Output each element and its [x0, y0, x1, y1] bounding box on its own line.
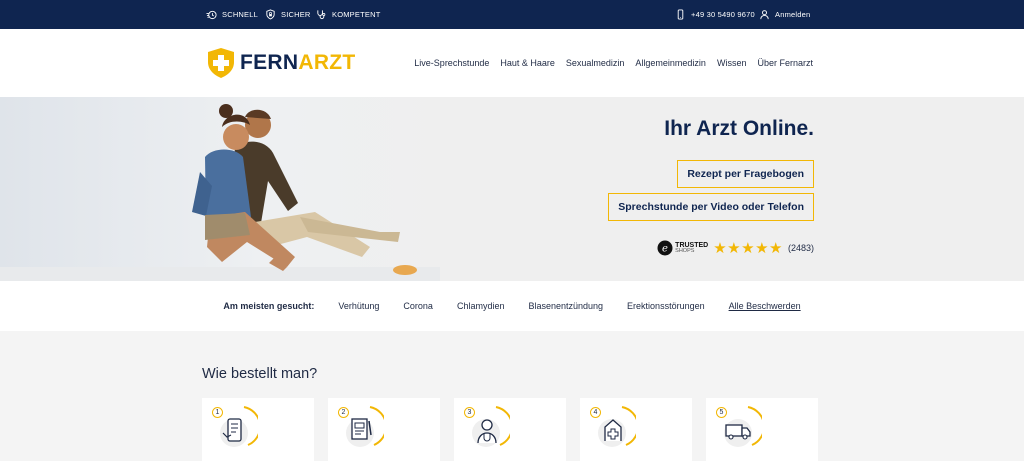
most-searched-label: Am meisten gesucht:: [223, 301, 315, 311]
nav-allgemeinmedizin[interactable]: Allgemeinmedizin: [635, 58, 706, 68]
shield-cross-icon: [208, 48, 234, 78]
feature-competent: KOMPETENT: [316, 0, 380, 29]
logo-text-arzt: ARZT: [298, 51, 356, 74]
rating-count: (2483): [787, 243, 814, 253]
smartphone-icon: [677, 9, 684, 20]
hero-couple-photo: [0, 97, 440, 281]
feature-fast-label: SCHNELL: [222, 10, 258, 19]
order-step-2: 2: [328, 398, 440, 461]
nav-live-sprechstunde[interactable]: Live-Sprechstunde: [414, 58, 489, 68]
logo-wordmark: FERNARZT: [240, 51, 356, 75]
search-item-erektionsstoerungen[interactable]: Erektionsstörungen: [627, 301, 705, 311]
prescription-questionnaire-button[interactable]: Rezept per Fragebogen: [677, 160, 814, 188]
most-searched-bar: Am meisten gesucht: Verhütung Corona Chl…: [0, 281, 1024, 331]
svg-text:e: e: [662, 244, 668, 255]
login-label: Anmelden: [775, 10, 811, 19]
nav-ueber-fernarzt[interactable]: Über Fernarzt: [757, 58, 813, 68]
nav-wissen[interactable]: Wissen: [717, 58, 747, 68]
top-bar: SCHNELL SICHER KOMPETENT +49 30 5490 967…: [0, 0, 1024, 29]
order-step-3: 3: [454, 398, 566, 461]
user-icon: [760, 10, 769, 20]
logo-text-fern: FERN: [240, 51, 299, 74]
hero-section: Ihr Arzt Online. Rezept per Fragebogen S…: [0, 97, 1024, 281]
order-step-4: 4: [580, 398, 692, 461]
step-number: 4: [590, 407, 601, 418]
nav-sexualmedizin[interactable]: Sexualmedizin: [566, 58, 625, 68]
stopwatch-icon: [206, 10, 217, 20]
search-item-verhuetung[interactable]: Verhütung: [338, 301, 379, 311]
nav-haut-haare[interactable]: Haut & Haare: [500, 58, 555, 68]
search-item-chlamydien[interactable]: Chlamydien: [457, 301, 505, 311]
all-complaints-link[interactable]: Alle Beschwerden: [729, 301, 801, 311]
feature-secure-label: SICHER: [281, 10, 311, 19]
search-item-blasenentzuendung[interactable]: Blasenentzündung: [528, 301, 603, 311]
hero-title: Ihr Arzt Online.: [664, 117, 814, 140]
login-link[interactable]: Anmelden: [759, 0, 810, 29]
step-number: 2: [338, 407, 349, 418]
step-number: 5: [716, 407, 727, 418]
feature-fast: SCHNELL: [206, 0, 258, 29]
phone-link[interactable]: +49 30 5490 9670: [675, 0, 755, 29]
fernarzt-logo[interactable]: FERNARZT: [206, 47, 356, 79]
step-number: 1: [212, 407, 223, 418]
order-step-5: 5: [706, 398, 818, 461]
phone-number: +49 30 5490 9670: [691, 10, 755, 19]
main-nav: Live-Sprechstunde Haut & Haare Sexualmed…: [414, 29, 813, 97]
step-number: 3: [464, 407, 475, 418]
feature-secure: SICHER: [265, 0, 311, 29]
shield-lock-icon: [266, 9, 275, 20]
main-header: FERNARZT Live-Sprechstunde Haut & Haare …: [0, 29, 1024, 97]
search-item-corona[interactable]: Corona: [403, 301, 433, 311]
trusted-shops-sub: SHOPS: [675, 247, 695, 254]
video-phone-consultation-button[interactable]: Sprechstunde per Video oder Telefon: [608, 193, 814, 221]
trusted-shops-logo: e TRUSTED SHOPS: [657, 240, 708, 256]
feature-competent-label: KOMPETENT: [332, 10, 381, 19]
order-step-1: 1: [202, 398, 314, 461]
trusted-shops-e-icon: e: [657, 240, 673, 256]
order-steps: 1 2 3 4 5: [202, 398, 818, 461]
rating-stars-icon: ★★★★★: [713, 240, 783, 257]
trusted-shops-rating[interactable]: e TRUSTED SHOPS ★★★★★ (2483): [657, 239, 814, 257]
order-section-title: Wie bestellt man?: [202, 366, 318, 382]
stethoscope-icon: [317, 10, 326, 20]
